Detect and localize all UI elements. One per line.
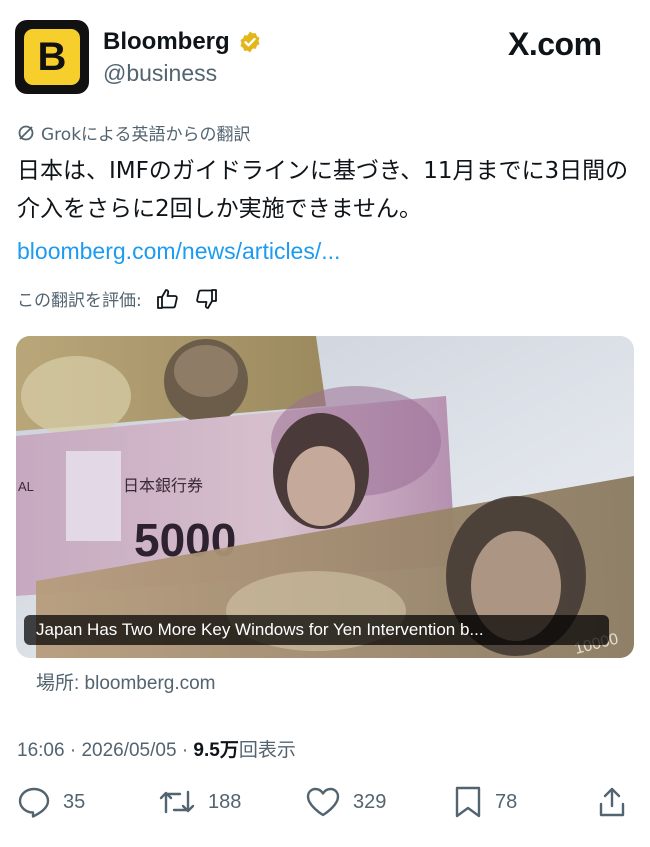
rate-label: この翻訳を評価: [17, 291, 142, 311]
views-label: 回表示 [238, 740, 296, 761]
meta-separator-2: · [181, 740, 189, 761]
heart-icon [305, 786, 341, 818]
repost-icon [158, 786, 196, 818]
share-icon [597, 786, 627, 818]
avatar[interactable]: B [15, 20, 89, 94]
bank-text: 日本銀行券 [123, 476, 203, 495]
like-button[interactable]: 329 [305, 786, 386, 818]
thumbs-up-icon[interactable] [156, 288, 180, 310]
meta-separator: · [69, 740, 77, 761]
rate-translation: この翻訳を評価: [17, 286, 218, 311]
like-count: 329 [353, 790, 387, 813]
reply-count: 35 [63, 790, 86, 813]
views-count: 9.5万 [193, 740, 239, 761]
verified-badge-icon [238, 30, 262, 54]
post-meta: 16:06 · 2026/05/05 · 9.5万回表示 [17, 735, 296, 762]
translate-icon [17, 124, 35, 142]
reply-button[interactable]: 35 [17, 786, 85, 818]
reply-icon [17, 786, 51, 818]
display-name[interactable]: Bloomberg [103, 28, 262, 56]
repost-count: 188 [208, 790, 242, 813]
repost-button[interactable]: 188 [158, 786, 241, 818]
thumbs-down-icon[interactable] [194, 288, 218, 310]
bookmark-icon [453, 786, 483, 818]
bookmark-count: 78 [495, 790, 518, 813]
site-logo: X.com [508, 26, 602, 62]
side-mark-text: AL [18, 479, 34, 494]
card-image: 日本銀行券 5000 AL 10000 [16, 336, 634, 658]
translation-note: Grokによる英語からの翻訳 [17, 120, 251, 145]
post-time[interactable]: 16:06 [17, 740, 65, 761]
user-handle[interactable]: @business [103, 60, 217, 87]
display-name-text[interactable]: Bloomberg [103, 28, 230, 56]
card-source[interactable]: 場所: bloomberg.com [36, 668, 216, 695]
translation-label: Grokによる英語からの翻訳 [41, 125, 251, 145]
card-caption: Japan Has Two More Key Windows for Yen I… [24, 615, 609, 645]
post-text: 日本は、IMFのガイドラインに基づき、11月までに3日間の介入をさらに2回しか実… [17, 158, 629, 222]
bookmark-button[interactable]: 78 [453, 786, 517, 818]
post-date[interactable]: 2026/05/05 [81, 740, 176, 761]
share-button[interactable] [597, 786, 627, 818]
link-card[interactable]: 日本銀行券 5000 AL 10000 Japan Has Two More K… [16, 336, 634, 658]
avatar-logo: B [24, 29, 80, 85]
post-link[interactable]: bloomberg.com/news/articles/... [17, 238, 340, 265]
